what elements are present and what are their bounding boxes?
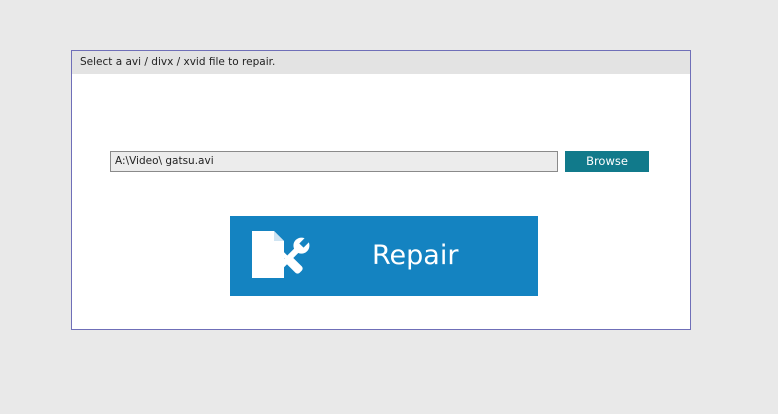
repair-button[interactable]: Repair — [230, 216, 538, 296]
file-path-input[interactable] — [110, 151, 558, 172]
instruction-header: Select a avi / divx / xvid file to repai… — [72, 51, 690, 74]
repair-dialog: Select a avi / divx / xvid file to repai… — [71, 50, 691, 330]
browse-button[interactable]: Browse — [565, 151, 649, 172]
file-repair-tools-icon — [248, 228, 314, 284]
repair-button-label: Repair — [372, 240, 459, 271]
